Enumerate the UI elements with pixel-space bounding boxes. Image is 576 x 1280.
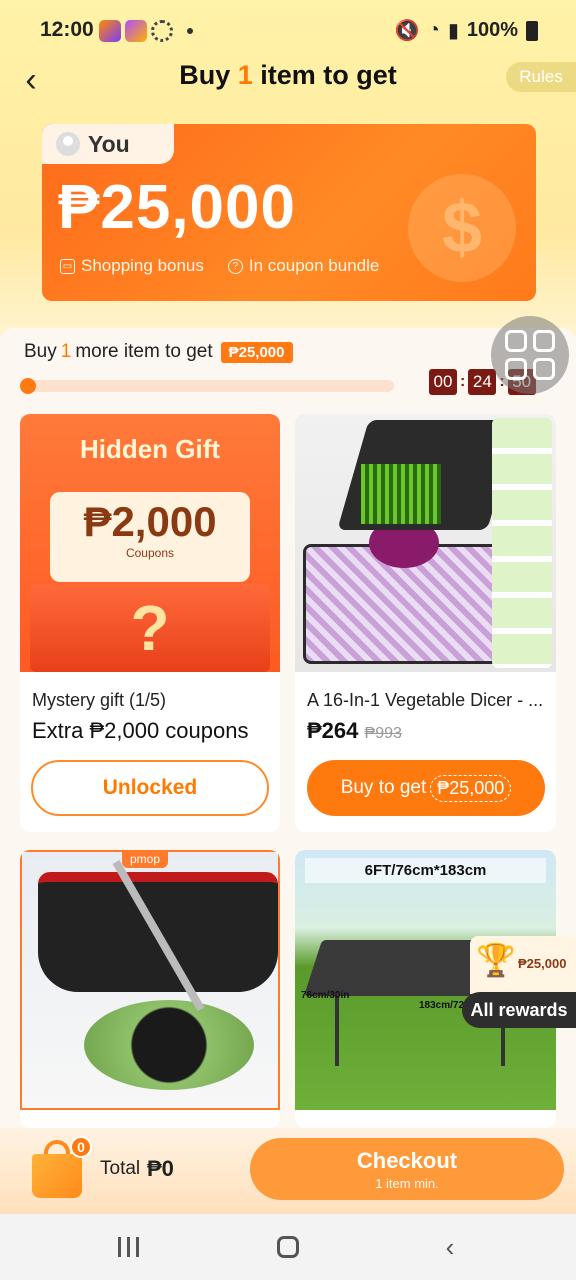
mute-icon: 🔇 — [394, 20, 420, 42]
mystery-coupon-amount: ₱2,000 — [83, 498, 217, 545]
question-icon: ? — [227, 258, 243, 274]
mystery-coupon: ₱2,000 Coupons — [50, 492, 250, 582]
title-suffix: item to get — [252, 60, 397, 90]
status-time: 12:00 — [40, 18, 94, 41]
grid-icon — [505, 358, 527, 380]
nav-back-button[interactable]: ‹ — [430, 1232, 470, 1262]
checkout-label: Checkout — [356, 1148, 458, 1173]
countdown-minutes: 24 — [468, 369, 497, 395]
progress-label-prefix: Buy — [24, 341, 57, 362]
grid-icon — [505, 330, 527, 352]
progress-label-suffix: more item to get — [75, 341, 213, 362]
bonus-meta: ▭ Shopping bonus ? In coupon bundle — [60, 256, 379, 276]
buy-to-get-label: Buy to get — [340, 777, 427, 798]
product-image: pmop — [20, 850, 280, 1110]
buy-to-get-button[interactable]: Buy to get ₱25,000 — [307, 760, 545, 816]
page-title: Buy 1 item to get — [0, 60, 576, 91]
wifi-icon: ◔ — [427, 19, 440, 41]
product-price-row: ₱264 ₱993 — [307, 718, 402, 744]
battery-level: 100% — [466, 19, 518, 41]
back-icon: ‹ — [445, 1231, 455, 1262]
product-title: A 16-In-1 Vegetable Dicer - ... — [307, 690, 544, 710]
grid-icon — [533, 358, 555, 380]
product-subtitle: Extra ₱2,000 coupons — [32, 718, 249, 743]
recent-apps-button[interactable] — [108, 1232, 148, 1262]
recent-apps-icon — [135, 1237, 139, 1257]
battery-icon — [526, 20, 538, 41]
you-tab: You — [42, 124, 174, 164]
trophy-icon: 🏆 — [476, 942, 516, 978]
mop-head-shape — [84, 1000, 254, 1090]
coupon-bundle-info[interactable]: ? In coupon bundle — [227, 256, 380, 276]
cart-count-badge: 0 — [70, 1136, 92, 1158]
mystery-coupon-caption: Coupons — [125, 546, 175, 560]
progress-label-count: 1 — [60, 341, 72, 362]
reward-pill: ₱25,000 — [220, 341, 293, 363]
product-card-dicer[interactable]: A 16-In-1 Vegetable Dicer - ... ₱264 ₱99… — [295, 414, 556, 832]
game-app-icon-2 — [125, 20, 147, 42]
table-size-banner: 6FT/76cm*183cm — [305, 858, 546, 883]
progress-track — [20, 380, 394, 392]
grid-icon — [533, 330, 555, 352]
rewards-amount: ₱25,000 — [518, 956, 567, 971]
game-app-icon — [99, 20, 121, 42]
total-value: ₱0 — [147, 1156, 174, 1181]
product-card-mystery[interactable]: Hidden Gift ₱2,000 Coupons ? Mystery gif… — [20, 414, 280, 832]
status-app-icons — [99, 20, 193, 42]
status-right: 🔇 ◔ ▮ 100% — [395, 18, 538, 43]
recent-apps-icon — [126, 1237, 130, 1257]
bag-icon: ▭ — [60, 258, 75, 274]
mystery-image-title: Hidden Gift — [79, 434, 221, 464]
rules-button[interactable]: Rules — [506, 62, 576, 92]
countdown-separator: : — [460, 373, 466, 390]
total-label: Total — [100, 1158, 141, 1179]
more-notifications-icon — [187, 28, 193, 34]
coin-decoration-icon: $ — [408, 174, 516, 282]
progress-label: Buy 1 more item to get ₱25,000 — [24, 341, 293, 363]
dicer-blade-shape — [361, 464, 441, 524]
shopping-bonus-info: ▭ Shopping bonus — [60, 256, 204, 276]
all-rewards-button[interactable]: All rewards — [462, 992, 576, 1028]
countdown-hours: 00 — [429, 369, 457, 395]
floating-menu-button[interactable] — [491, 316, 569, 394]
bonus-amount: ₱25,000 — [58, 173, 296, 242]
checkout-button[interactable]: Checkout 1 item min. — [250, 1138, 564, 1200]
rewards-floater[interactable]: 🏆 ₱25,000 All rewards — [462, 936, 576, 1028]
system-nav-bar: ‹ — [0, 1214, 576, 1280]
product-price: ₱264 — [307, 718, 359, 743]
shopping-bonus-label: Shopping bonus — [81, 256, 204, 275]
bottom-bar: 0 Total ₱0 Checkout 1 item min. — [0, 1128, 576, 1214]
home-button[interactable] — [268, 1232, 308, 1262]
product-title: Mystery gift (1/5) — [32, 690, 167, 710]
shopping-bag-icon[interactable]: 0 — [32, 1136, 92, 1198]
signal-icon: ▮ — [447, 20, 459, 42]
bonus-card: $ You ₱25,000 ▭ Shopping bonus ? In coup… — [42, 124, 536, 301]
dimension-label: 76cm/30in — [301, 990, 350, 1001]
rewards-top: 🏆 ₱25,000 — [470, 936, 576, 994]
dicer-accessories-shape — [492, 418, 552, 668]
coupon-bundle-label: In coupon bundle — [248, 256, 380, 275]
gift-box-icon: ? — [30, 584, 270, 672]
you-label: You — [88, 130, 130, 157]
mystery-gift-image: Hidden Gift ₱2,000 Coupons ? — [20, 414, 280, 672]
product-original-price: ₱993 — [364, 725, 402, 742]
avatar — [56, 132, 80, 156]
product-card-mop[interactable]: pmop — [20, 850, 280, 1128]
product-image — [295, 414, 556, 672]
brand-tag: pmop — [122, 852, 169, 868]
sync-icon — [151, 20, 173, 42]
recent-apps-icon — [117, 1237, 121, 1257]
status-bar: 12:00 🔇 ◔ ▮ 100% — [0, 0, 576, 62]
progress-knob — [20, 378, 36, 394]
title-count: 1 — [237, 60, 253, 90]
title-prefix: Buy — [179, 60, 238, 90]
buy-to-get-reward: ₱25,000 — [430, 774, 512, 802]
checkout-sub: 1 item min. — [375, 1176, 439, 1191]
home-icon — [277, 1236, 299, 1258]
unlocked-button[interactable]: Unlocked — [31, 760, 269, 816]
dimension-label: 183cm/72 — [419, 1000, 465, 1011]
bag-body — [32, 1154, 82, 1198]
